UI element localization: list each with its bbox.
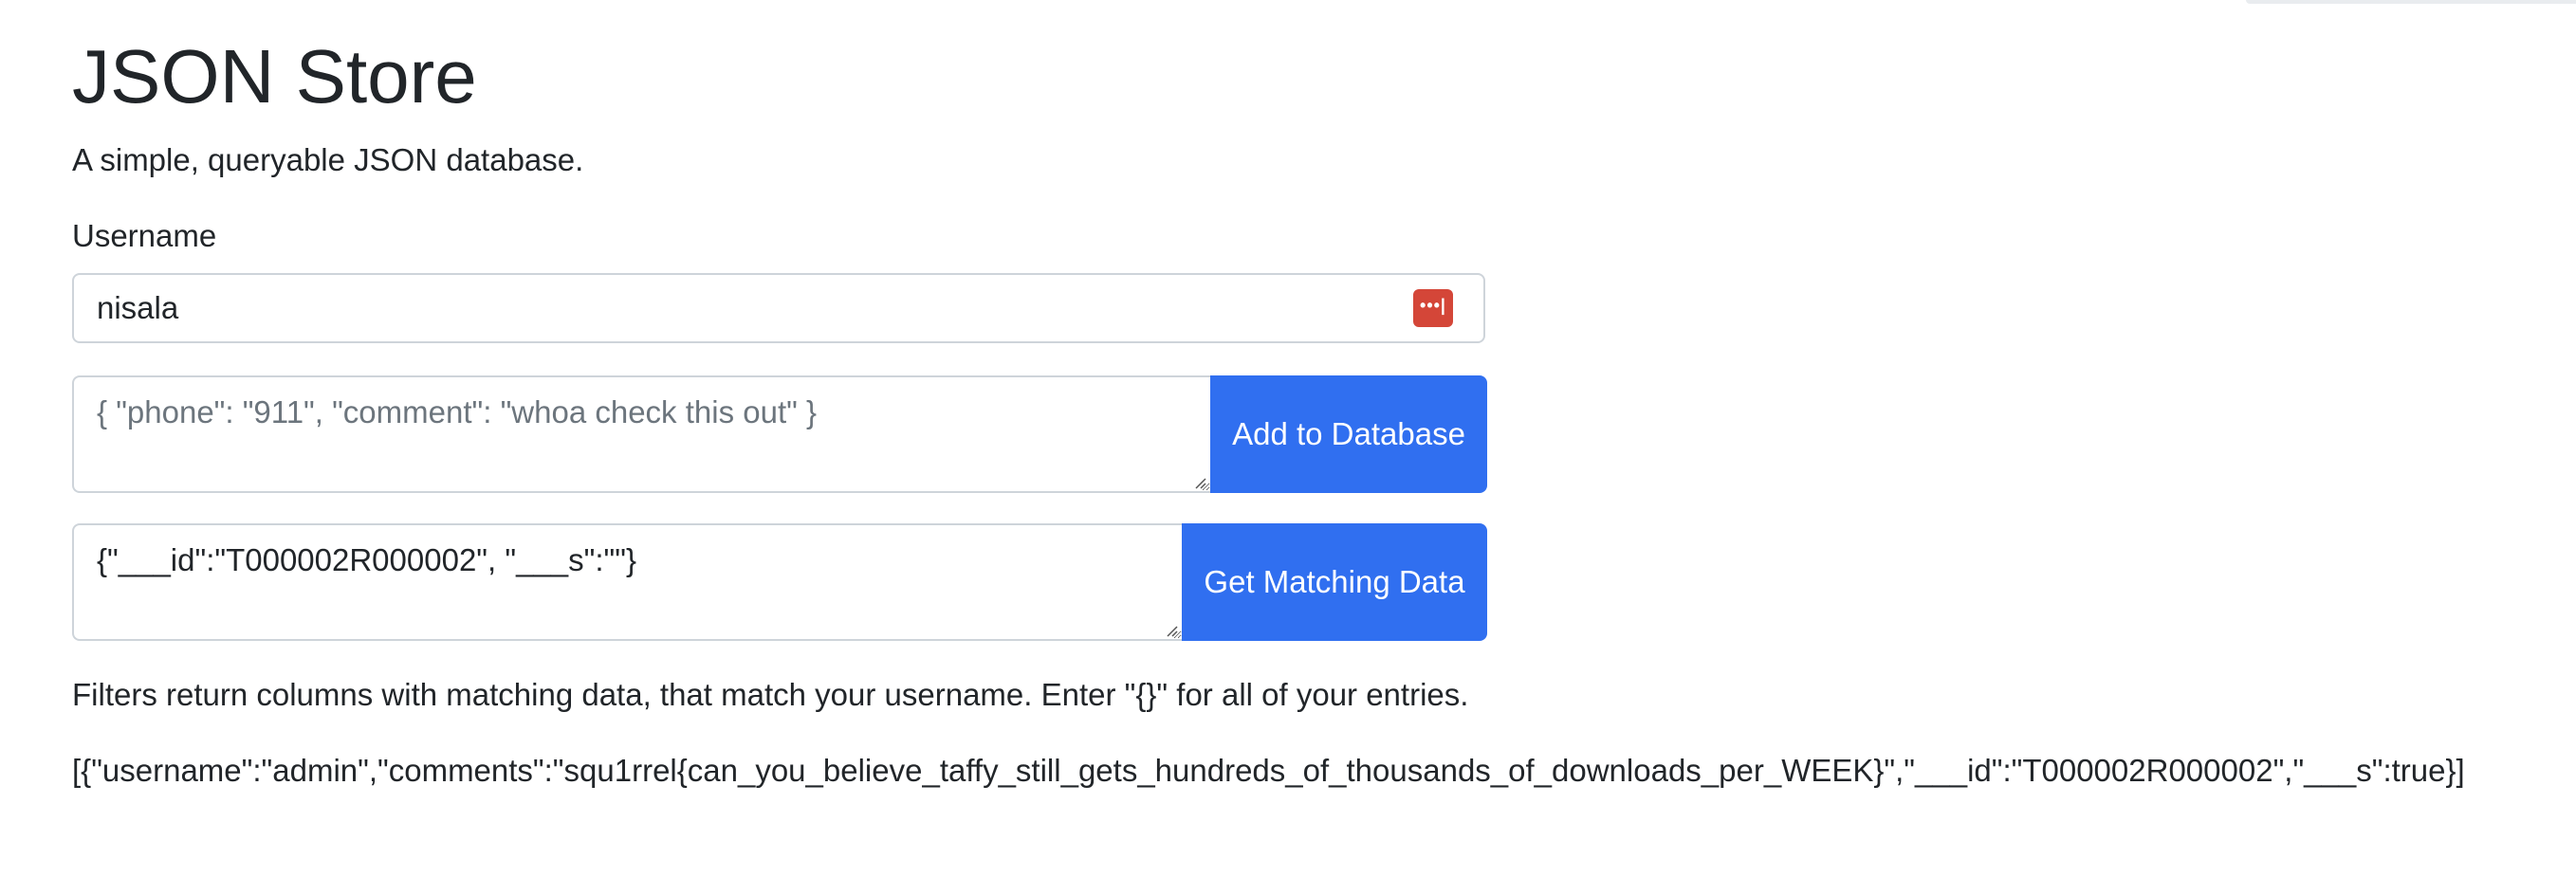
add-to-database-button[interactable]: Add to Database	[1210, 375, 1487, 493]
username-input[interactable]	[97, 275, 1406, 341]
query-group: {"___id":"T000002R000002", "___s":""} Ge…	[72, 523, 1487, 641]
password-manager-icon[interactable]: •••|	[1413, 289, 1453, 327]
query-result-text: [{"username":"admin","comments":"squ1rre…	[72, 753, 2465, 788]
username-label: Username	[72, 218, 217, 253]
top-edge-decoration	[2246, 0, 2576, 4]
get-matching-data-button[interactable]: Get Matching Data	[1182, 523, 1487, 641]
add-entry-textarea[interactable]	[72, 375, 1210, 493]
add-entry-group: Add to Database	[72, 375, 1487, 493]
filter-help-text: Filters return columns with matching dat…	[72, 677, 1469, 712]
username-field-wrapper: •••|	[72, 273, 1485, 343]
page-title: JSON Store	[72, 34, 477, 119]
page-subtitle: A simple, queryable JSON database.	[72, 142, 584, 177]
query-textarea[interactable]: {"___id":"T000002R000002", "___s":""}	[72, 523, 1182, 641]
